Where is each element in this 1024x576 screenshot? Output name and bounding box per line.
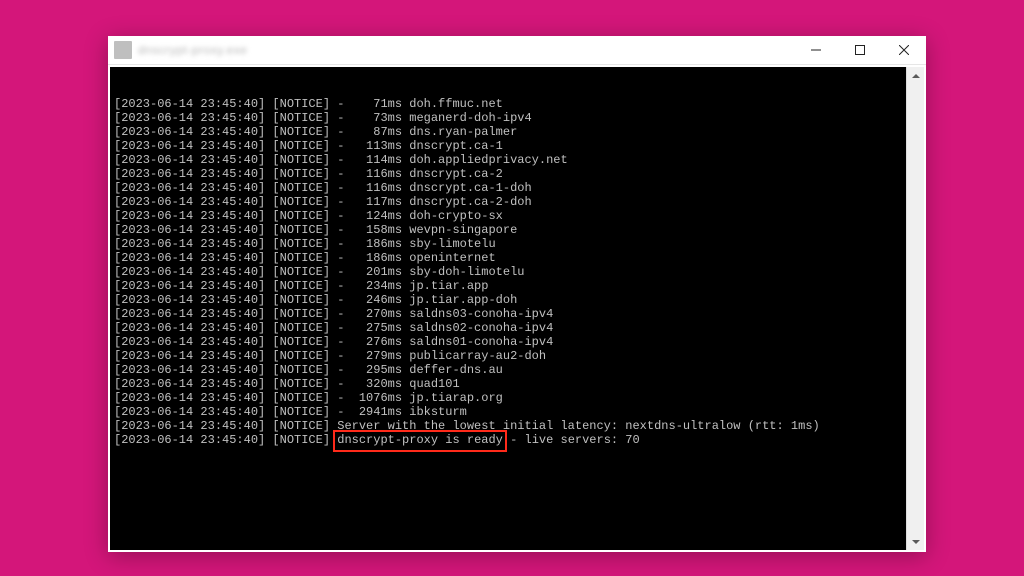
log-line: [2023-06-14 23:45:40] [NOTICE] - 124ms d… xyxy=(114,209,906,223)
window-title: dnscrypt-proxy.exe xyxy=(138,43,794,57)
console-client-area: [2023-06-14 23:45:40] [NOTICE] - 71ms do… xyxy=(108,65,926,552)
log-line: [2023-06-14 23:45:40] [NOTICE] - 320ms q… xyxy=(114,377,906,391)
scroll-down-button[interactable] xyxy=(907,533,924,550)
log-line: [2023-06-14 23:45:40] [NOTICE] - 201ms s… xyxy=(114,265,906,279)
log-line: [2023-06-14 23:45:40] [NOTICE] - 295ms d… xyxy=(114,363,906,377)
log-line: [2023-06-14 23:45:40] [NOTICE] - 117ms d… xyxy=(114,195,906,209)
log-line: [2023-06-14 23:45:40] [NOTICE] - 2941ms … xyxy=(114,405,906,419)
maximize-button[interactable] xyxy=(838,36,882,64)
log-line: [2023-06-14 23:45:40] [NOTICE] - 186ms o… xyxy=(114,251,906,265)
close-icon xyxy=(899,45,909,55)
chevron-down-icon xyxy=(912,538,920,546)
log-line: [2023-06-14 23:45:40] [NOTICE] - 87ms dn… xyxy=(114,125,906,139)
log-line: [2023-06-14 23:45:40] [NOTICE] - 73ms me… xyxy=(114,111,906,125)
log-line: [2023-06-14 23:45:40] [NOTICE] - 186ms s… xyxy=(114,237,906,251)
log-summary-lowest: [2023-06-14 23:45:40] [NOTICE] Server wi… xyxy=(114,419,906,433)
log-line: [2023-06-14 23:45:40] [NOTICE] - 116ms d… xyxy=(114,167,906,181)
log-line: [2023-06-14 23:45:40] [NOTICE] - 246ms j… xyxy=(114,293,906,307)
minimize-icon xyxy=(811,45,821,55)
log-line: [2023-06-14 23:45:40] [NOTICE] - 234ms j… xyxy=(114,279,906,293)
scroll-track[interactable] xyxy=(907,84,924,533)
app-icon xyxy=(114,41,132,59)
minimize-button[interactable] xyxy=(794,36,838,64)
titlebar[interactable]: dnscrypt-proxy.exe xyxy=(108,36,926,65)
log-line: [2023-06-14 23:45:40] [NOTICE] - 275ms s… xyxy=(114,321,906,335)
ready-text: dnscrypt-proxy is ready xyxy=(337,433,503,447)
log-summary-ready: [2023-06-14 23:45:40] [NOTICE] dnscrypt-… xyxy=(114,433,906,447)
log-line: [2023-06-14 23:45:40] [NOTICE] - 279ms p… xyxy=(114,349,906,363)
vertical-scrollbar[interactable] xyxy=(906,67,924,550)
console-output[interactable]: [2023-06-14 23:45:40] [NOTICE] - 71ms do… xyxy=(110,67,906,550)
window-controls xyxy=(794,36,926,64)
log-line: [2023-06-14 23:45:40] [NOTICE] - 158ms w… xyxy=(114,223,906,237)
maximize-icon xyxy=(855,45,865,55)
log-line: [2023-06-14 23:45:40] [NOTICE] - 1076ms … xyxy=(114,391,906,405)
scroll-up-button[interactable] xyxy=(907,67,924,84)
chevron-up-icon xyxy=(912,72,920,80)
log-line: [2023-06-14 23:45:40] [NOTICE] - 71ms do… xyxy=(114,97,906,111)
log-line: [2023-06-14 23:45:40] [NOTICE] - 113ms d… xyxy=(114,139,906,153)
log-line: [2023-06-14 23:45:40] [NOTICE] - 114ms d… xyxy=(114,153,906,167)
log-line: [2023-06-14 23:45:40] [NOTICE] - 270ms s… xyxy=(114,307,906,321)
console-window: dnscrypt-proxy.exe [2023-06-14 23:45:40]… xyxy=(108,36,926,552)
close-button[interactable] xyxy=(882,36,926,64)
log-line: [2023-06-14 23:45:40] [NOTICE] - 116ms d… xyxy=(114,181,906,195)
log-line: [2023-06-14 23:45:40] [NOTICE] - 276ms s… xyxy=(114,335,906,349)
